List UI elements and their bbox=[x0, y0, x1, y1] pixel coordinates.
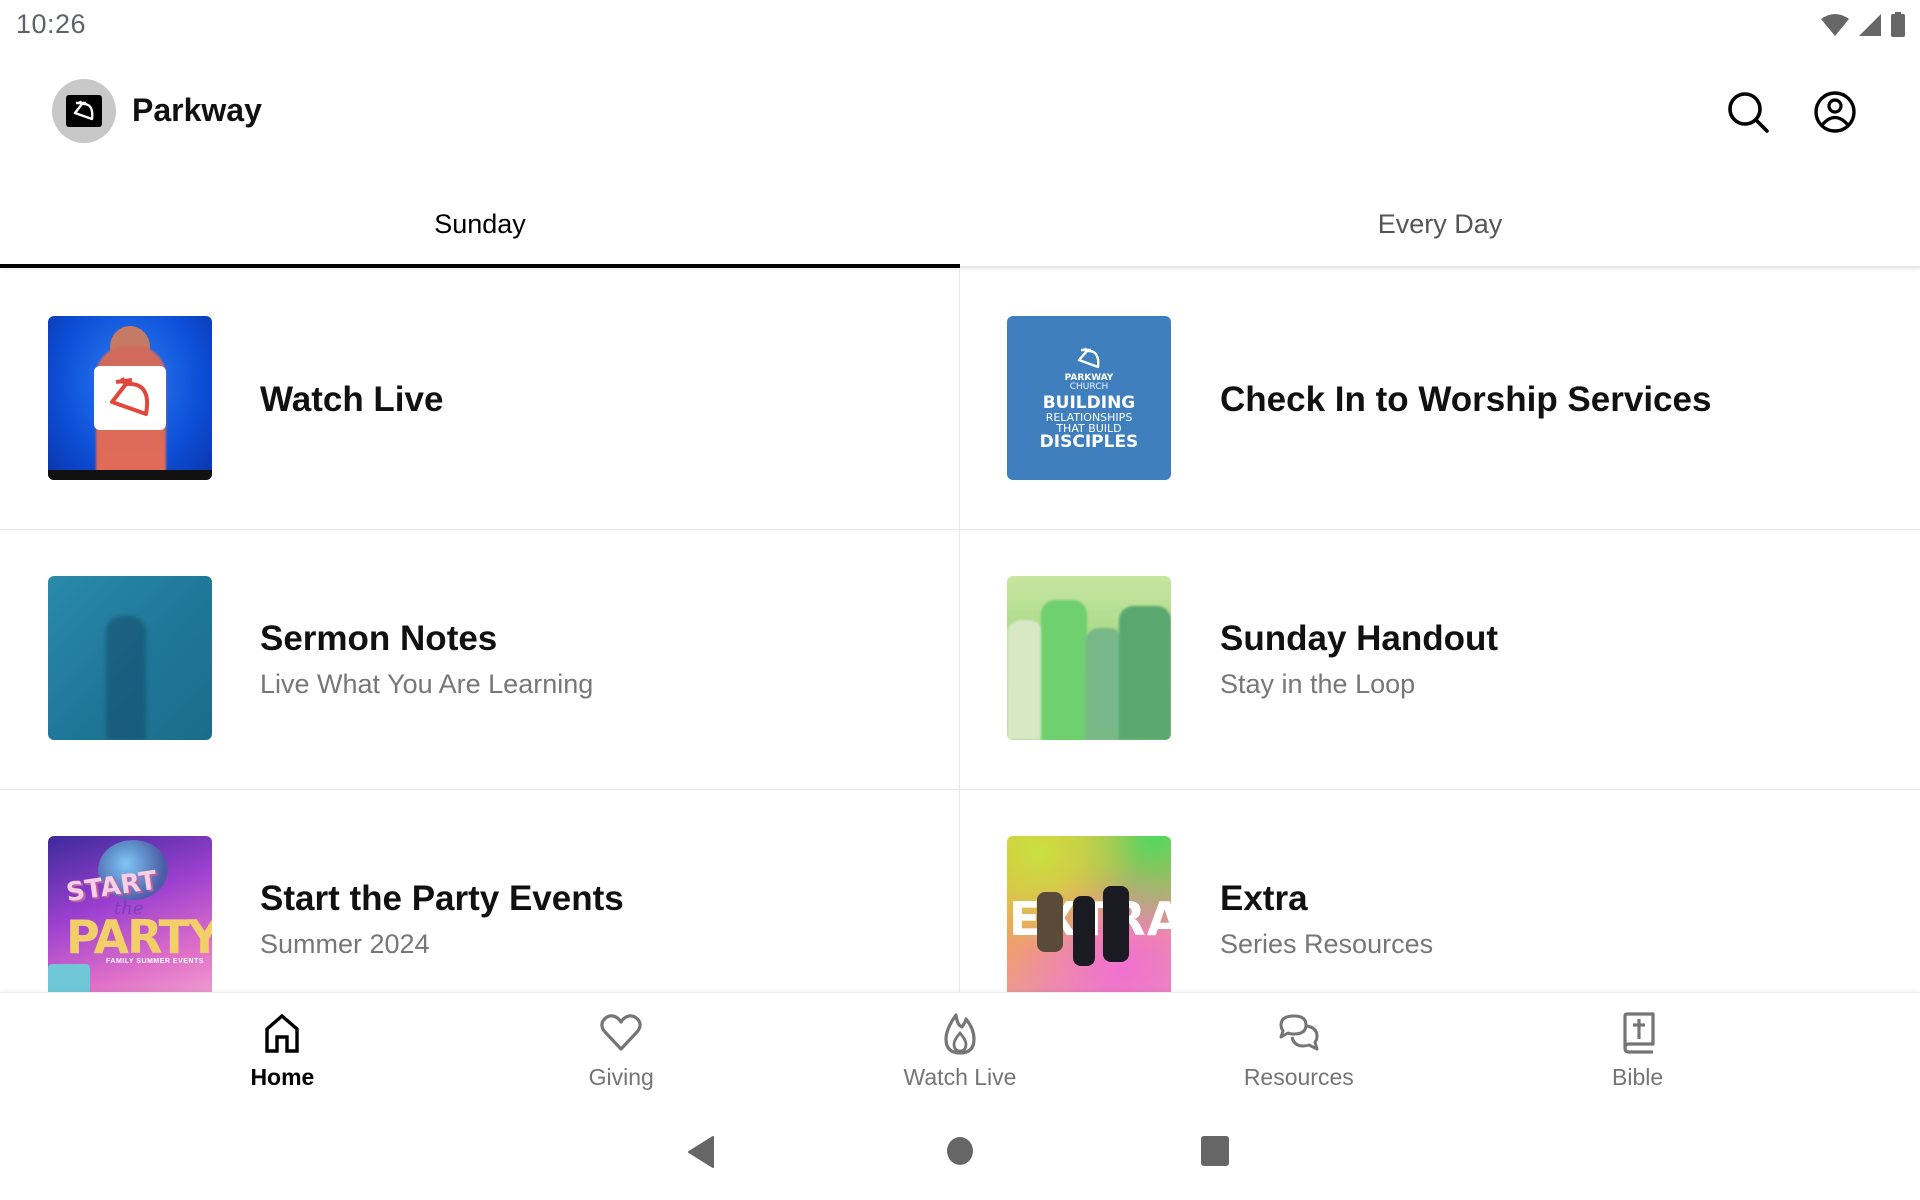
system-home-button[interactable] bbox=[946, 1135, 974, 1172]
nav-label: Watch Live bbox=[903, 1064, 1017, 1090]
chat-bubbles-icon bbox=[1279, 1014, 1319, 1051]
card-sermon-notes[interactable]: Sermon Notes Live What You Are Learning bbox=[0, 530, 960, 790]
card-extra[interactable]: EXTRA Extra Series Resources bbox=[960, 790, 1920, 992]
parkway-logo-icon bbox=[1077, 346, 1100, 368]
status-icons bbox=[1820, 12, 1906, 38]
bible-icon bbox=[1622, 1012, 1655, 1054]
system-back-button[interactable] bbox=[686, 1135, 716, 1174]
card-title: Watch Live bbox=[260, 379, 444, 419]
card-start-the-party[interactable]: START the PARTY FAMILY SUMMER EVENTS Sta… bbox=[0, 790, 960, 992]
check-in-thumbnail: PARKWAY CHURCH BUILDING RELATIONSHIPS TH… bbox=[1007, 316, 1171, 480]
app-title: Parkway bbox=[132, 92, 262, 128]
battery-icon bbox=[1891, 12, 1905, 37]
sermon-notes-thumbnail bbox=[48, 576, 212, 740]
card-title: Check In to Worship Services bbox=[1220, 379, 1712, 419]
card-sunday-handout[interactable]: Sunday Handout Stay in the Loop bbox=[960, 530, 1920, 790]
nav-label: Bible bbox=[1612, 1064, 1664, 1090]
card-subtitle: Series Resources bbox=[1220, 929, 1434, 959]
nav-watch-live[interactable]: Watch Live bbox=[791, 993, 1130, 1104]
parkway-logo-icon bbox=[66, 95, 102, 127]
account-circle-icon bbox=[1814, 91, 1856, 133]
tab-sunday[interactable]: Sunday bbox=[0, 182, 960, 268]
search-button[interactable] bbox=[1722, 86, 1774, 138]
home-icon bbox=[265, 1013, 300, 1053]
start-the-party-thumbnail: START the PARTY FAMILY SUMMER EVENTS bbox=[48, 836, 212, 992]
extra-thumbnail: EXTRA bbox=[1007, 836, 1171, 992]
home-circle-icon bbox=[947, 1137, 973, 1165]
nav-label: Home bbox=[250, 1064, 315, 1090]
parkway-logo[interactable] bbox=[52, 79, 116, 143]
account-button[interactable] bbox=[1809, 86, 1861, 138]
cellular-signal-icon bbox=[1859, 14, 1881, 36]
tab-bar: Sunday Every Day bbox=[0, 182, 1920, 268]
nav-resources[interactable]: Resources bbox=[1129, 993, 1468, 1104]
system-recents-button[interactable] bbox=[1200, 1135, 1230, 1172]
card-title: Start the Party Events bbox=[260, 879, 624, 918]
flame-icon bbox=[944, 1013, 976, 1055]
app-bar: Parkway bbox=[0, 62, 1920, 162]
bottom-navigation: Home Giving Watch Live Resources Bible bbox=[0, 992, 1920, 1104]
card-title: Extra bbox=[1220, 879, 1308, 918]
card-subtitle: Stay in the Loop bbox=[1220, 669, 1416, 699]
heart-icon bbox=[600, 1014, 642, 1051]
card-check-in[interactable]: PARKWAY CHURCH BUILDING RELATIONSHIPS TH… bbox=[960, 270, 1920, 530]
wifi-icon bbox=[1821, 14, 1849, 36]
card-subtitle: Live What You Are Learning bbox=[260, 669, 594, 699]
tab-every-day[interactable]: Every Day bbox=[960, 182, 1920, 266]
nav-home[interactable]: Home bbox=[113, 993, 452, 1104]
status-bar: 10:26 bbox=[0, 0, 1920, 50]
back-triangle-icon bbox=[688, 1136, 714, 1168]
card-grid: Watch Live PARKWAY CHURCH BUILDING RELAT… bbox=[0, 270, 1920, 992]
parkway-logo-icon bbox=[94, 366, 166, 430]
nav-bible[interactable]: Bible bbox=[1468, 993, 1807, 1104]
system-navigation-bar bbox=[0, 1110, 1920, 1200]
card-subtitle: Summer 2024 bbox=[260, 929, 430, 959]
nav-giving[interactable]: Giving bbox=[452, 993, 791, 1104]
content-list[interactable]: Watch Live PARKWAY CHURCH BUILDING RELAT… bbox=[0, 270, 1920, 992]
nav-label: Resources bbox=[1243, 1064, 1354, 1090]
watch-live-thumbnail bbox=[48, 316, 212, 480]
card-watch-live[interactable]: Watch Live bbox=[0, 270, 960, 530]
search-icon bbox=[1728, 92, 1769, 133]
status-time: 10:26 bbox=[16, 9, 87, 39]
nav-label: Giving bbox=[588, 1064, 654, 1090]
recents-square-icon bbox=[1201, 1136, 1229, 1166]
sunday-handout-thumbnail bbox=[1007, 576, 1171, 740]
card-title: Sermon Notes bbox=[260, 619, 498, 658]
card-title: Sunday Handout bbox=[1220, 619, 1499, 658]
